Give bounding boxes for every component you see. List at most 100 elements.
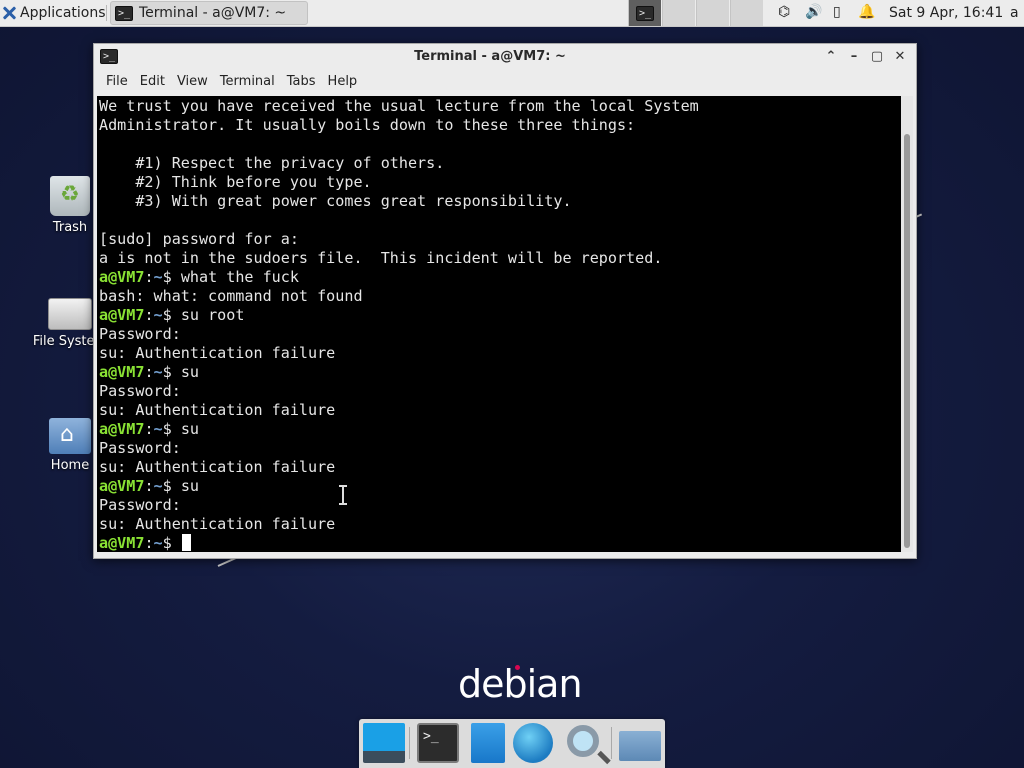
terminal-command-line: a@VM7:~$ su <box>99 477 199 496</box>
terminal-command-line: a@VM7:~$ su root <box>99 306 244 325</box>
vertical-scrollbar[interactable] <box>901 96 913 552</box>
prompt-symbol: $ <box>162 268 181 286</box>
terminal-output-line: su: Authentication failure <box>99 515 336 533</box>
applications-menu-label: Applications <box>20 5 106 21</box>
prompt-user: a@VM7 <box>99 420 145 438</box>
terminal-output-line: su: Authentication failure <box>99 458 336 476</box>
top-panel: Applications >_ Terminal - a@VM7: ~ >_ ⌬… <box>0 0 1024 27</box>
user-menu[interactable]: a <box>1010 0 1019 26</box>
prompt-symbol: $ <box>162 363 181 381</box>
volume-icon[interactable]: 🔊 <box>805 4 822 20</box>
prompt-user: a@VM7 <box>99 363 145 381</box>
prompt-path: ~ <box>153 420 163 438</box>
menu-edit[interactable]: Edit <box>134 70 171 94</box>
menu-help[interactable]: Help <box>322 70 364 94</box>
terminal-output-line: bash: what: command not found <box>99 287 363 305</box>
terminal-command-line: a@VM7:~$ su <box>99 420 199 439</box>
prompt-separator: : <box>144 268 154 286</box>
xfce-logo-icon <box>2 6 16 20</box>
dock-separator <box>611 727 612 759</box>
terminal-icon: >_ <box>636 5 654 21</box>
terminal-command-line: a@VM7:~$ what the fuck <box>99 268 299 287</box>
terminal-window: >_ Terminal - a@VM7: ~ ⌃ – ▢ ✕ File Edit… <box>93 43 917 559</box>
prompt-user: a@VM7 <box>99 268 145 286</box>
prompt-path: ~ <box>153 534 163 552</box>
clock[interactable]: Sat 9 Apr, 16:41 <box>889 0 1003 26</box>
menu-terminal[interactable]: Terminal <box>214 70 281 94</box>
prompt-symbol: $ <box>162 420 181 438</box>
dock: >_ <box>359 719 665 768</box>
terminal-command-line: a@VM7:~$ <box>99 534 191 552</box>
menu-file[interactable]: File <box>94 70 134 94</box>
workspace-3[interactable] <box>696 0 729 26</box>
scrollbar-thumb[interactable] <box>904 134 910 548</box>
terminal-output-line: Password: <box>99 439 181 457</box>
terminal-output-line: su: Authentication failure <box>99 401 336 419</box>
prompt-separator: : <box>144 534 154 552</box>
window-titlebar[interactable]: >_ Terminal - a@VM7: ~ ⌃ – ▢ ✕ <box>94 44 914 70</box>
prompt-symbol: $ <box>162 477 181 495</box>
terminal-output-line: We trust you have received the usual lec… <box>99 97 699 115</box>
workspace-4[interactable] <box>730 0 763 26</box>
terminal-output-line: #1) Respect the privacy of others. <box>99 154 445 172</box>
terminal-output-line: Password: <box>99 325 181 343</box>
debian-wordmark: debian <box>458 662 583 706</box>
prompt-path: ~ <box>153 306 163 324</box>
applications-menu[interactable]: Applications <box>2 0 106 26</box>
workspace-2[interactable] <box>662 0 695 26</box>
prompt-separator: : <box>144 420 154 438</box>
command-text: su <box>180 363 199 381</box>
prompt-symbol: $ <box>162 534 181 552</box>
window-title: Terminal - a@VM7: ~ <box>414 49 566 64</box>
terminal-output-line: [sudo] password for a: <box>99 230 299 248</box>
network-icon[interactable]: ⌬ <box>778 4 790 20</box>
prompt-user: a@VM7 <box>99 477 145 495</box>
show-desktop-icon[interactable] <box>363 723 405 763</box>
notifications-bell-icon[interactable]: 🔔 <box>858 4 875 20</box>
maximize-button[interactable]: ▢ <box>868 48 886 66</box>
terminal-output-line: a is not in the sudoers file. This incid… <box>99 249 663 267</box>
terminal-cursor <box>181 534 191 551</box>
command-text: what the fuck <box>180 268 299 286</box>
menu-tabs[interactable]: Tabs <box>281 70 322 94</box>
shade-button[interactable]: ⌃ <box>822 48 840 66</box>
prompt-separator: : <box>144 306 154 324</box>
taskbar-terminal-button[interactable]: >_ Terminal - a@VM7: ~ <box>110 1 308 25</box>
trash-icon <box>50 176 90 216</box>
prompt-symbol: $ <box>162 306 181 324</box>
prompt-path: ~ <box>153 477 163 495</box>
terminal-output[interactable]: We trust you have received the usual lec… <box>97 96 901 552</box>
battery-icon[interactable]: ▯ <box>833 4 841 20</box>
prompt-user: a@VM7 <box>99 534 145 552</box>
command-text: su <box>180 477 199 495</box>
debian-dot <box>515 665 520 670</box>
prompt-separator: : <box>144 477 154 495</box>
web-browser-icon[interactable] <box>513 723 553 763</box>
command-text: su <box>180 420 199 438</box>
terminal-output-line: su: Authentication failure <box>99 344 336 362</box>
close-button[interactable]: ✕ <box>891 48 909 66</box>
terminal-output-line: Password: <box>99 496 181 514</box>
app-finder-icon[interactable] <box>567 725 599 757</box>
terminal-command-line: a@VM7:~$ su <box>99 363 199 382</box>
menu-view[interactable]: View <box>171 70 214 94</box>
workspace-1[interactable]: >_ <box>628 0 661 26</box>
prompt-path: ~ <box>153 363 163 381</box>
terminal-icon[interactable]: >_ <box>417 723 459 763</box>
terminal-output-line: Password: <box>99 382 181 400</box>
prompt-path: ~ <box>153 268 163 286</box>
prompt-separator: : <box>144 363 154 381</box>
minimize-button[interactable]: – <box>845 48 863 66</box>
folder-icon[interactable] <box>619 731 661 761</box>
home-folder-icon <box>49 418 91 454</box>
terminal-output-line: #2) Think before you type. <box>99 173 372 191</box>
command-text: su root <box>180 306 245 324</box>
prompt-user: a@VM7 <box>99 306 145 324</box>
terminal-output-line: Administrator. It usually boils down to … <box>99 116 636 134</box>
file-manager-icon[interactable] <box>471 723 505 763</box>
taskbar-terminal-label: Terminal - a@VM7: ~ <box>139 5 287 21</box>
terminal-output-line: #3) With great power comes great respons… <box>99 192 572 210</box>
drive-icon <box>48 298 92 330</box>
menu-bar: File Edit View Terminal Tabs Help <box>94 70 914 94</box>
text-cursor-ibeam-icon <box>339 485 347 505</box>
